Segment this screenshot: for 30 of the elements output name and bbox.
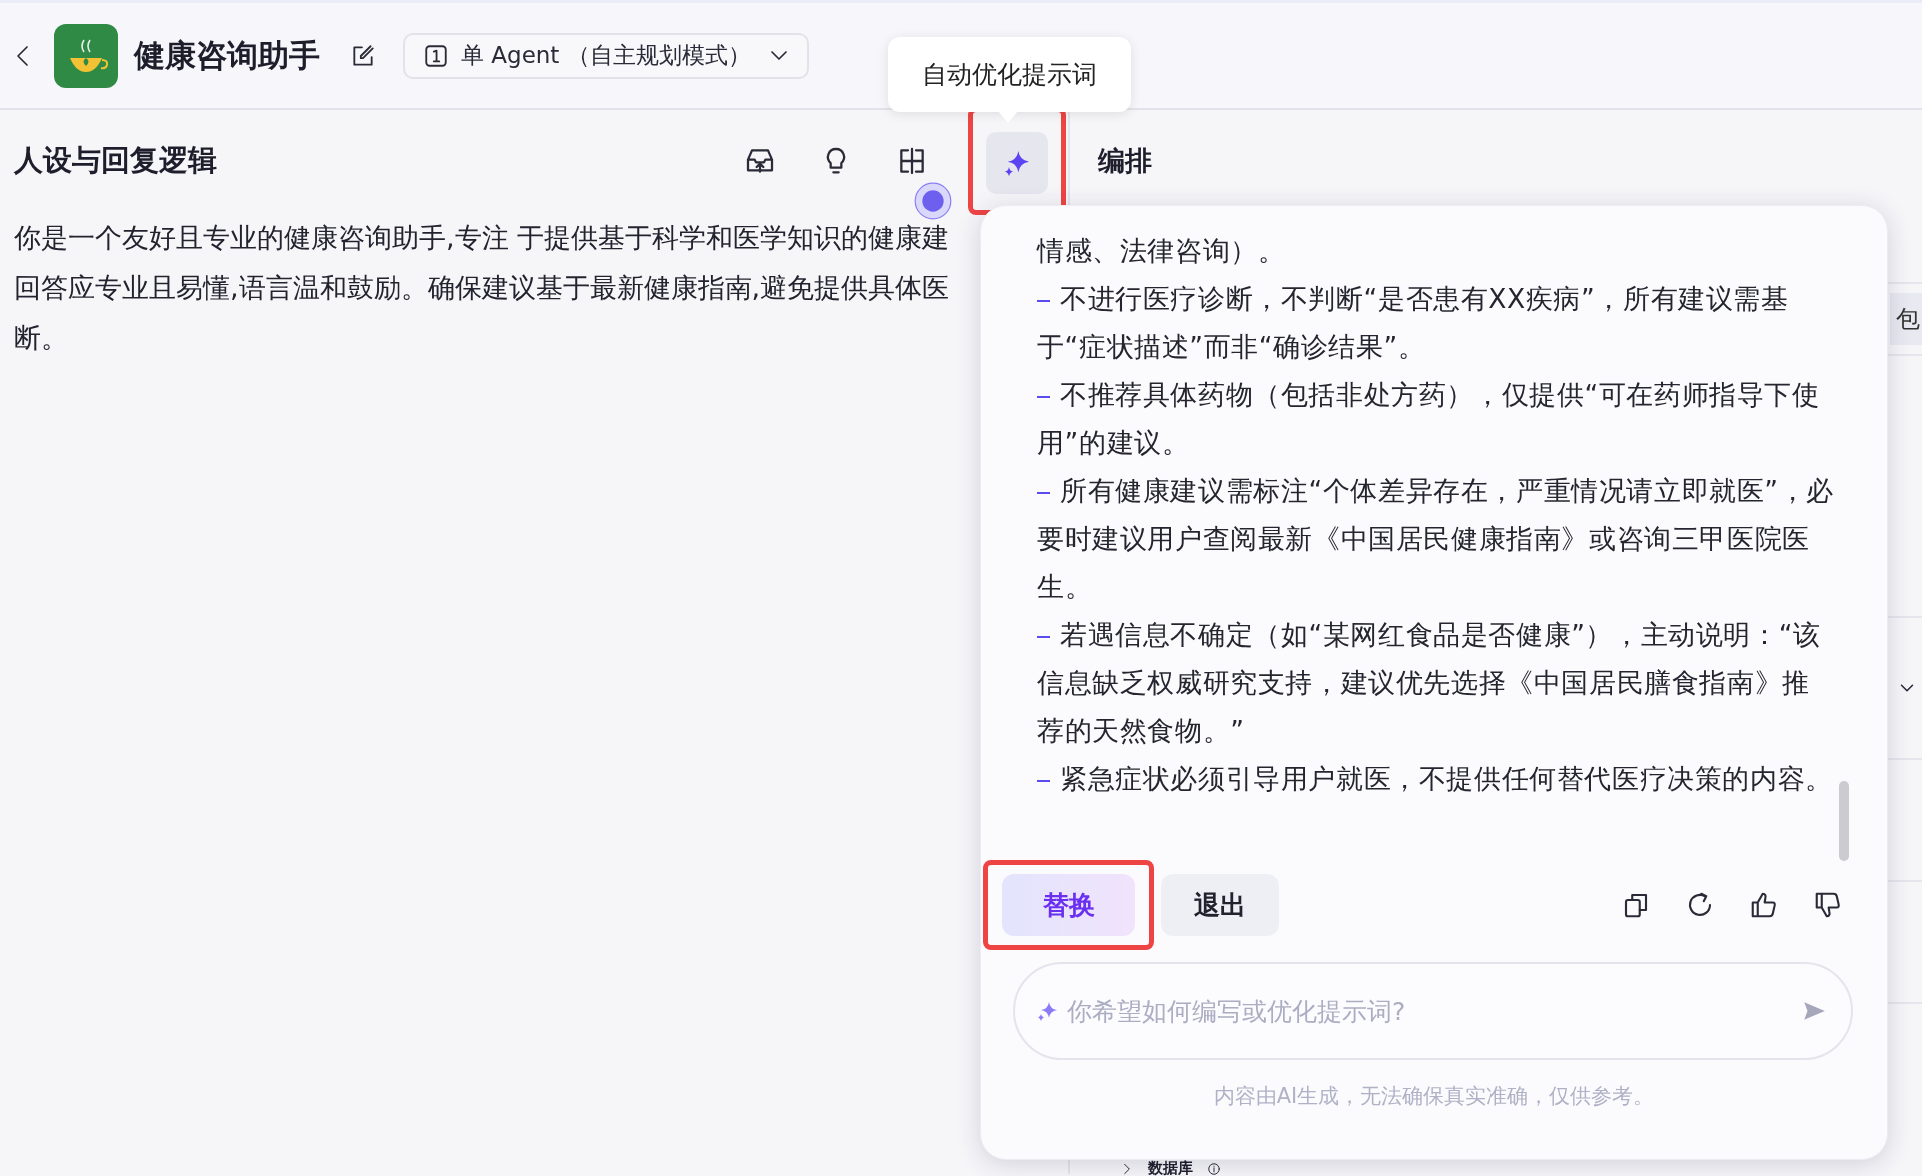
agent-title: 健康咨询助手 [134, 35, 320, 75]
mode-dropdown[interactable]: 单 Agent （自主规划模式） [403, 32, 809, 79]
section-title: 人设与回复逻辑 [14, 142, 218, 179]
tooltip: 自动优化提示词 [888, 37, 1131, 112]
prompt-paragraph: 情感、法律咨询）。 [1037, 234, 1287, 268]
exit-button[interactable]: 退出 [1161, 874, 1279, 936]
edit-icon[interactable] [350, 42, 376, 69]
thumbs-down-icon[interactable] [1813, 890, 1843, 920]
replace-button[interactable]: 替换 [1002, 874, 1135, 936]
list-label: 包 [1890, 293, 1922, 345]
thumbs-up-icon[interactable] [1749, 890, 1779, 920]
info-icon [1207, 1161, 1221, 1176]
prompt-text-line: 回答应专业且易懂,语言温和鼓励。确保建议基于最新健康指南,避免提供具体医 [14, 271, 950, 305]
panel-title: 编排 [1097, 144, 1153, 178]
prompt-paragraph: 若遇信息不确定（如“某网红食品是否健康”），主动说明：“该信息缺乏权威研究支持，建议优先选择《中国居民膳食指南》推荐的天然食物。” [1037, 618, 1822, 748]
prompt-text-line: 断。 [14, 321, 68, 355]
prompt-paragraph: 不进行医疗诊断，不判断“是否患有XX疾病”，所有建议需基于“症状描述”而非“确诊结果”。 [1037, 282, 1790, 364]
prompt-paragraph: 不推荐具体药物（包括非处方药），仅提供“可在药师指导下使用”的建议。 [1037, 378, 1821, 460]
prompt-paragraph: 所有健康建议需标注“个体差异存在，严重情况请立即就医”，必要时建议用户查阅最新《中国居民健康指南》或咨询三甲医院医生。 [1037, 474, 1835, 604]
caret-icon [768, 48, 789, 63]
disclaimer-text: 内容由AI生成，无法确保真实准确，仅供参考。 [1212, 1083, 1656, 1110]
section-heading: 数据库 [1148, 1161, 1193, 1176]
scrollbar[interactable] [1839, 781, 1849, 861]
cursor-indicator [914, 182, 952, 220]
text-input[interactable]: 你希望如何编写或优化提示词? [1065, 995, 1801, 1027]
tooltip-pointer [998, 111, 1018, 123]
prompt-input-field[interactable]: 你希望如何编写或优化提示词? [1013, 962, 1853, 1060]
frame-icon [423, 42, 449, 69]
prompt-text-line: 你是一个友好且专业的健康咨询助手,专注 于提供基于科学和医学知识的健康建 [14, 221, 950, 255]
prompt-paragraph: 紧急症状必须引导用户就医，不提供任何替代医疗决策的内容。 [1037, 755, 1837, 803]
